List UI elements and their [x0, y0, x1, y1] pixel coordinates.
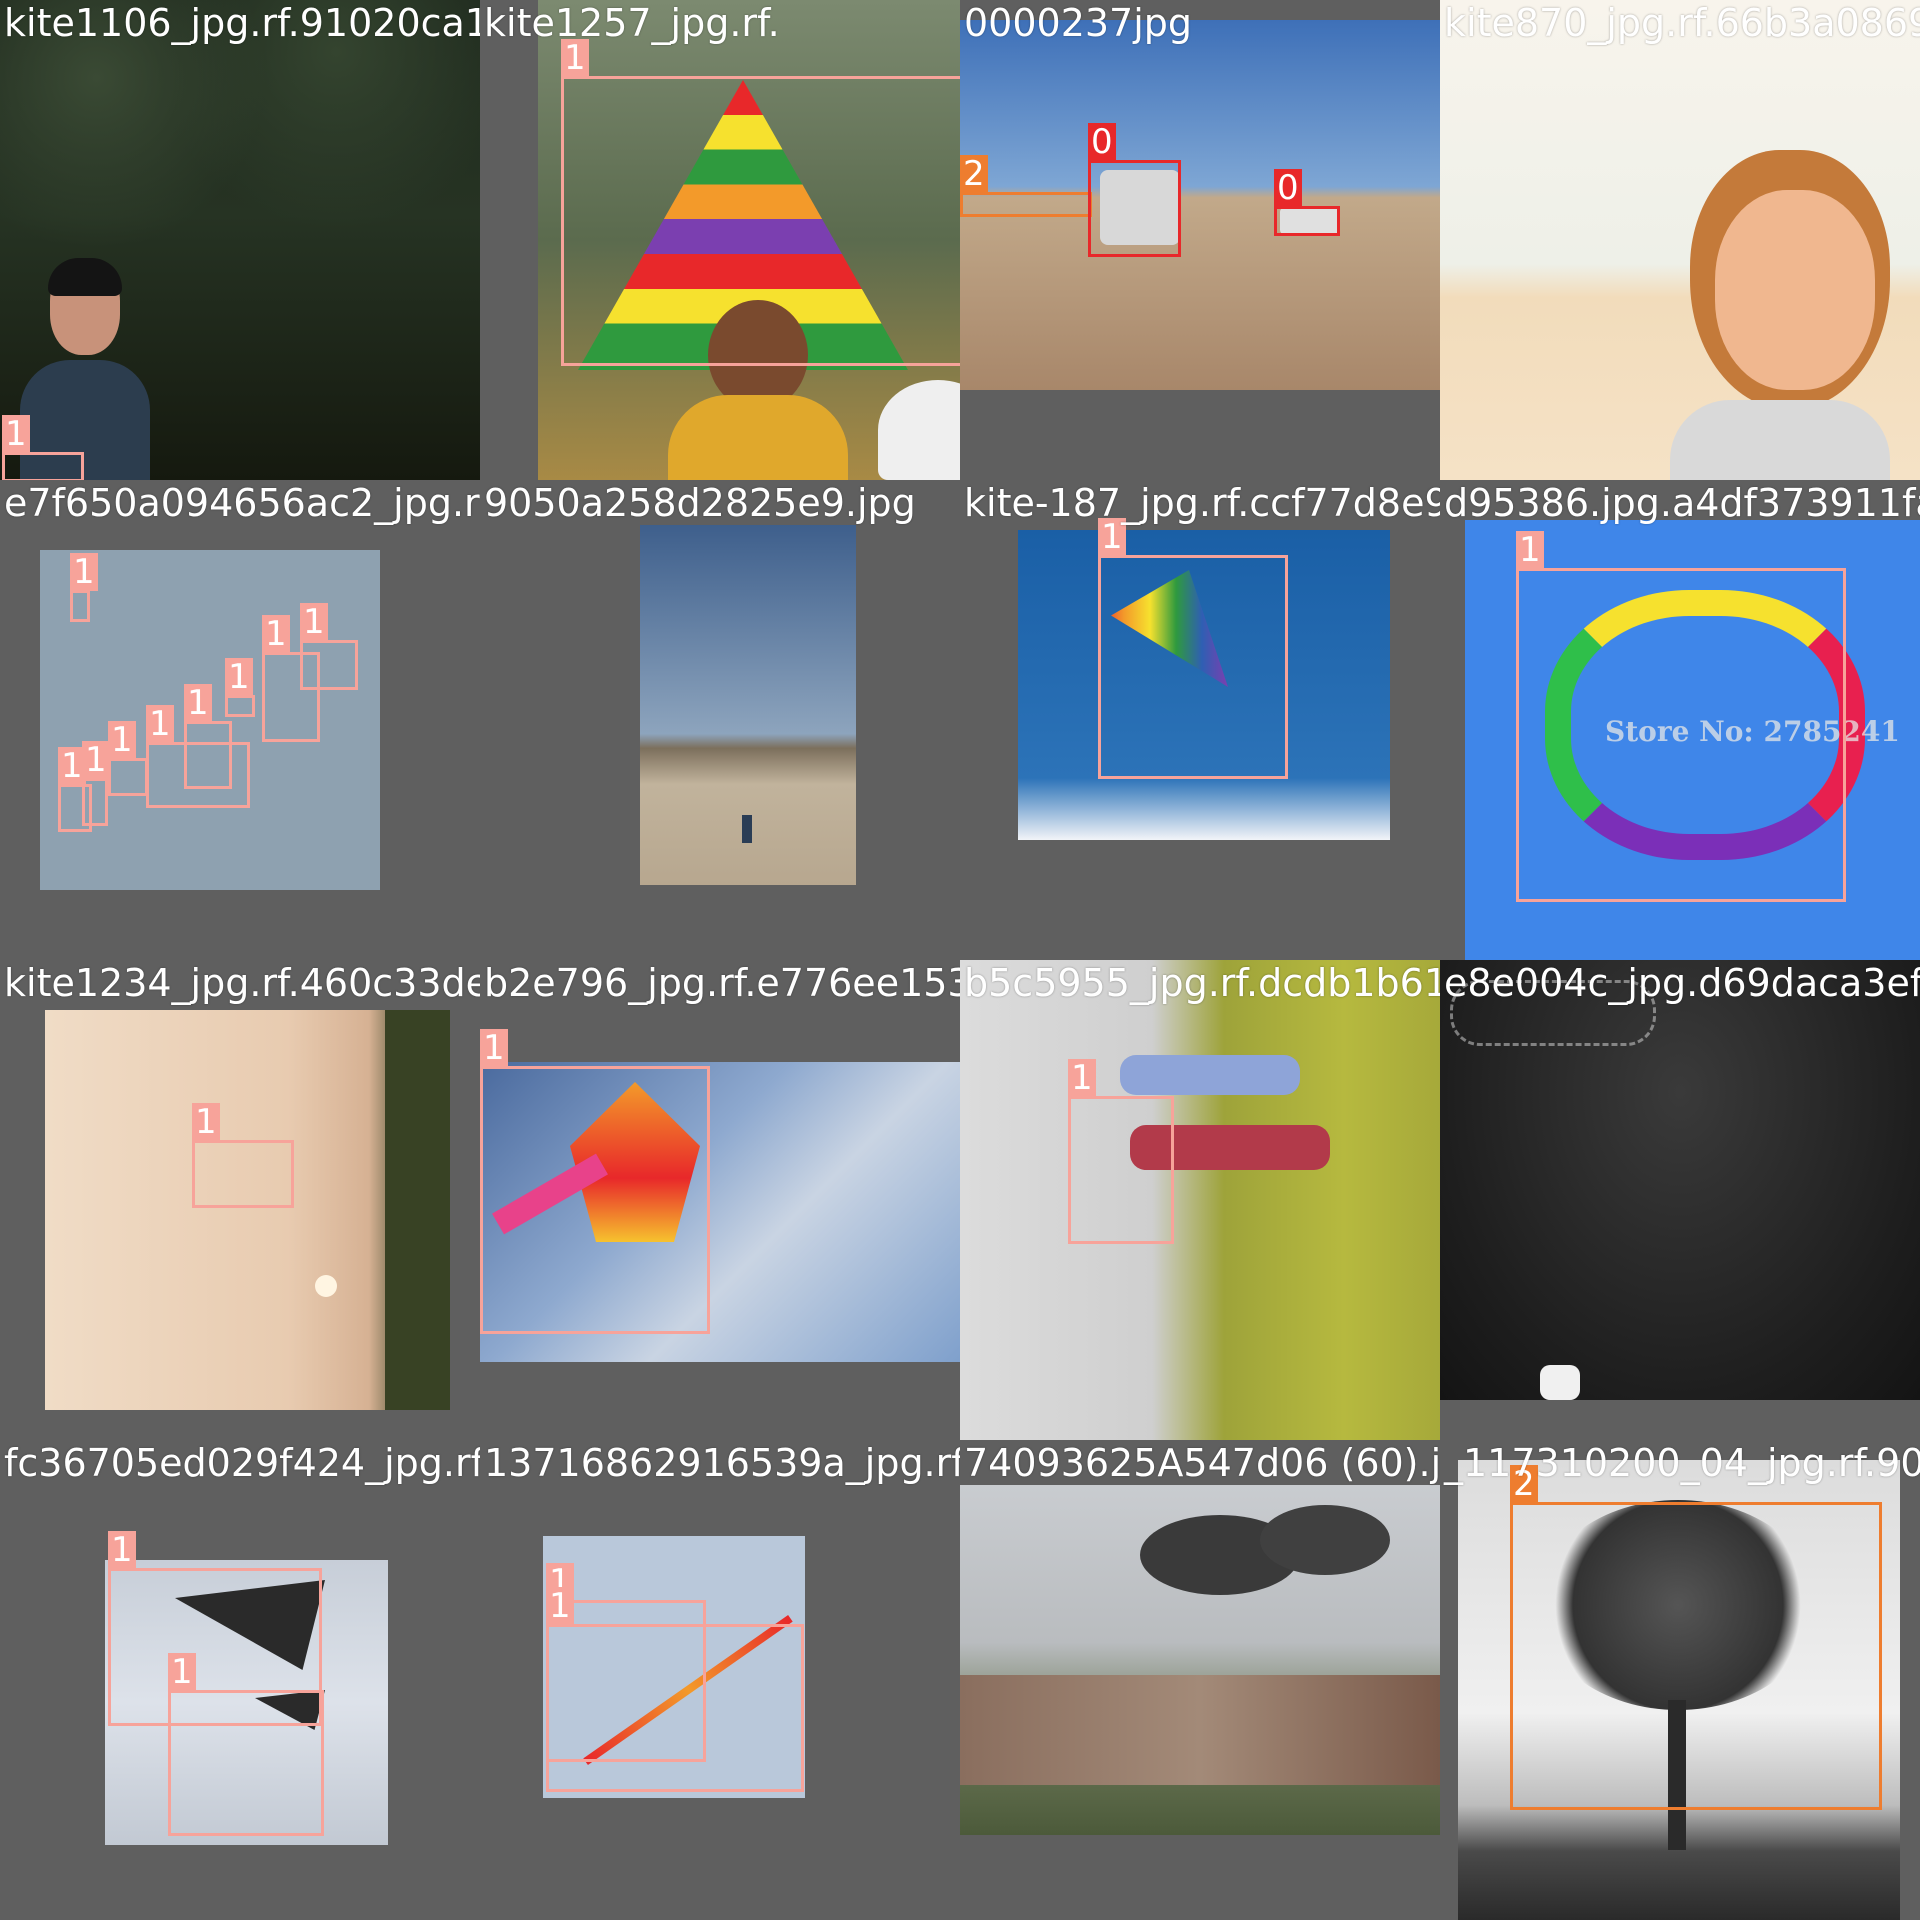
bbox-label: 1	[70, 553, 98, 591]
image-tile-16: _117310200_04_jpg.rf.90cfc 2	[1440, 1440, 1920, 1920]
bbox-class-1: 1	[1098, 518, 1288, 779]
photo-couple-field	[960, 960, 1440, 1440]
image-tile-13: fc36705ed029f424_jpg.rf.3401371686291653…	[0, 1440, 480, 1920]
photo-chalkboard-kite	[1440, 960, 1920, 1400]
bbox-class-1: 1	[480, 1029, 710, 1334]
tile-filename: kite-187_jpg.rf.ccf77d8e9c7d953865927.a4…	[964, 481, 1440, 525]
bbox-class-1: 1	[58, 747, 92, 832]
tile-filename: 74093625A547d06 (60).jpg	[964, 1441, 1440, 1485]
bbox-label: 1	[108, 721, 136, 759]
image-tile-5: e7f650a094656ac2_jpg.rf.d419050a258d2825…	[0, 480, 480, 960]
image-tile-11: b5c5955_jpg.rf.dcdb1b61b721de 1	[960, 960, 1440, 1440]
image-tile-9: kite1234_jpg.rf.460c33decbd2e79692086e77…	[0, 960, 480, 1440]
bbox-label: 1	[1098, 518, 1126, 556]
bbox-label: 1	[146, 705, 174, 743]
image-tile-12: e8e004c_jpg.d69daca3ef6a11	[1440, 960, 1920, 1440]
bbox-class-1: 1	[192, 1103, 294, 1208]
bbox-label: 1	[184, 684, 212, 722]
mosaic-grid: kite1106_jpg.rf.91020ca1e7b4ad9240fbc494…	[0, 0, 1920, 1920]
bbox-class-2: 2	[960, 155, 1092, 217]
bbox-label: 1	[300, 603, 328, 641]
bbox-class-1: 1	[546, 1587, 804, 1792]
bbox-class-1: 1	[262, 615, 320, 742]
bbox-class-0: 0	[1088, 123, 1181, 257]
bbox-label: 1	[480, 1029, 508, 1067]
bbox-label: 1	[561, 39, 589, 77]
image-tile-8: Store No: 2785241 d95386.jpg.a4df373911f…	[1440, 480, 1920, 960]
bbox-label: 0	[1274, 169, 1302, 207]
image-tile-3: 0000237jpg 2 0 0	[960, 0, 1440, 480]
image-tile-10: b2e796_jpg.rf.e776ee153bac 1	[480, 960, 960, 1440]
photo-sunset-grass-kite	[45, 1010, 450, 1410]
bbox-label: 1	[2, 415, 30, 453]
photo-city-smoke	[960, 1485, 1440, 1835]
tile-filename: 13716862916539a_jpg.rf.a	[484, 1441, 960, 1485]
tile-filename: kite1234_jpg.rf.460c33decbd2e79692086e77…	[4, 961, 480, 1005]
bbox-label: 2	[960, 155, 988, 193]
bbox-label: 1	[168, 1653, 196, 1691]
bbox-label: 1	[192, 1103, 220, 1141]
bbox-class-0: 0	[1274, 169, 1340, 236]
bbox-label: 0	[1088, 123, 1116, 161]
image-tile-14: 13716862916539a_jpg.rf.a 1 1	[480, 1440, 960, 1920]
tile-filename: e7f650a094656ac2_jpg.rf.d419050a258d2825…	[4, 481, 480, 525]
bbox-label: 1	[58, 747, 86, 785]
bbox-class-1: 1	[146, 705, 250, 808]
image-tile-1: kite1106_jpg.rf.91020ca1e7b4ad9240fbc494…	[0, 0, 480, 480]
bbox-label: 1	[108, 1531, 136, 1569]
image-tile-4: kite870_jpg.rf.66b3a0869b1	[1440, 0, 1920, 480]
image-tile-15: 74093625A547d06 (60).jpg	[960, 1440, 1440, 1920]
bbox-class-1: 1	[1068, 1059, 1174, 1244]
bbox-label: 1	[1068, 1059, 1096, 1097]
image-tile-7: kite-187_jpg.rf.ccf77d8e9c7d953865927.a4…	[960, 480, 1440, 960]
bbox-class-1: 1	[1516, 531, 1846, 902]
tile-filename: d95386.jpg.a4df373911fac	[1444, 481, 1920, 525]
tile-filename: 9050a258d2825e9.jpg	[484, 481, 916, 525]
image-tile-6: 9050a258d2825e9.jpg	[480, 480, 960, 960]
tile-filename: fc36705ed029f424_jpg.rf.3401371686291653…	[4, 1441, 480, 1485]
bbox-class-2: 2	[1510, 1465, 1882, 1810]
bbox-label: 1	[1516, 531, 1544, 569]
photo-man-forest	[0, 0, 480, 480]
bbox-label: 1	[546, 1587, 574, 1625]
bbox-class-1: 1	[108, 721, 148, 796]
bbox-class-1: 1	[2, 415, 84, 480]
bbox-label: 1	[82, 741, 110, 779]
bbox-label: 1	[225, 658, 253, 696]
bbox-class-1: 1	[70, 553, 98, 622]
bbox-class-1: 1	[561, 39, 960, 366]
bbox-class-1: 1	[168, 1653, 324, 1836]
photo-girl-beach	[1440, 0, 1920, 480]
bbox-class-1: 1	[225, 658, 255, 717]
tile-filename: b2e796_jpg.rf.e776ee153bac	[484, 961, 960, 1005]
bbox-label: 1	[262, 615, 290, 653]
photo-beach-kiteflyer	[640, 525, 856, 885]
bbox-label: 2	[1510, 1465, 1538, 1503]
image-tile-2: kite1257_jpg.rf. 1	[480, 0, 960, 480]
